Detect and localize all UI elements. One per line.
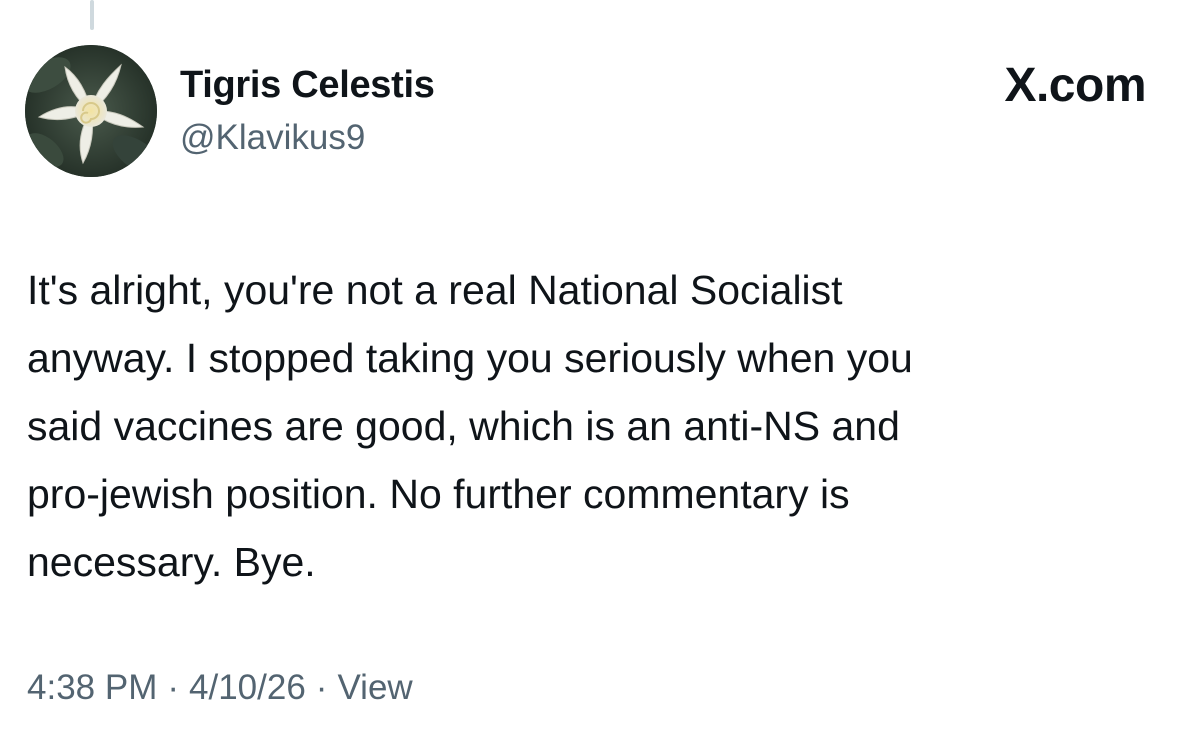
avatar[interactable] [25,45,157,177]
post-text: It's alright, you're not a real National… [27,267,913,585]
author-block: Tigris Celestis @Klavikus9 [180,62,435,160]
post-metadata: 4:38 PM · 4/10/26 · View [27,664,413,712]
x-com-logo: X.com [1004,59,1146,112]
meta-separator: · [167,668,180,707]
thread-connector-line [90,0,94,30]
author-handle[interactable]: @Klavikus9 [180,116,435,160]
post-time[interactable]: 4:38 PM [27,664,157,712]
flower-icon [25,45,157,177]
post-date[interactable]: 4/10/26 [189,664,306,712]
views-label[interactable]: View [337,664,412,712]
author-display-name[interactable]: Tigris Celestis [180,62,435,108]
meta-separator: · [315,668,328,707]
